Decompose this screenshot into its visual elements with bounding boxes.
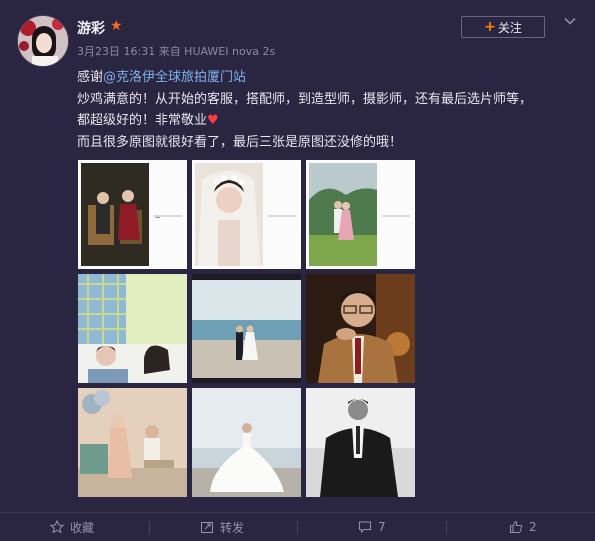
photo-thumbnail-7[interactable]	[78, 388, 187, 497]
like-button[interactable]: 2	[509, 513, 537, 541]
star-icon	[50, 520, 64, 534]
action-divider	[297, 521, 298, 534]
post-content: 感谢@克洛伊全球旅拍厦门站 炒鸡满意的！从开始的客服，搭配师，到造型师，摄影师，…	[77, 67, 577, 153]
plus-icon: +	[484, 19, 496, 35]
comment-button[interactable]: 7	[358, 513, 386, 541]
action-divider	[446, 521, 447, 534]
chevron-down-icon[interactable]	[563, 14, 577, 28]
photo-thumbnail-5[interactable]	[192, 274, 301, 383]
photo-thumbnail-9[interactable]	[306, 388, 415, 497]
content-line-4: 而且很多原图就很好看了，最后三张是原图还没修的哦！	[77, 134, 403, 150]
content-line-1: 感谢@克洛伊全球旅拍厦门站	[77, 67, 577, 89]
favorite-button[interactable]: 收藏	[50, 513, 94, 541]
photo-thumbnail-6[interactable]	[306, 274, 415, 383]
favorite-label: 收藏	[70, 520, 95, 535]
photo-thumbnail-8[interactable]	[192, 388, 301, 497]
photo-thumbnail-4[interactable]	[78, 274, 187, 383]
repost-icon	[201, 522, 213, 533]
weibo-post: 游彩 ★ 3月23日 16:31 来自 HUAWEI nova 2s + 关注 …	[0, 0, 595, 540]
thumbs-up-icon	[510, 520, 523, 533]
heart-emoji-icon: ♥	[207, 113, 219, 128]
repost-label: 转发	[220, 520, 245, 535]
photo-thumbnail-2[interactable]	[192, 160, 301, 269]
follow-button[interactable]: + 关注	[461, 16, 545, 38]
username[interactable]: 游彩	[77, 18, 105, 38]
content-line-3-text: 都超级好的！非常敬业	[77, 113, 208, 128]
user-avatar[interactable]	[17, 15, 69, 67]
action-divider	[149, 521, 150, 534]
comment-count: 7	[378, 520, 386, 534]
thanks-text: 感谢	[77, 70, 104, 85]
comment-icon	[359, 521, 371, 534]
post-action-bar: 收藏 转发 7 2	[0, 512, 595, 541]
content-line-2: 炒鸡满意的！从开始的客服，搭配师，到造型师，摄影师，还有最后选片师等，	[77, 91, 533, 107]
mention-link[interactable]: @克洛伊全球旅拍厦门站	[103, 70, 246, 85]
like-count: 2	[529, 520, 537, 534]
repost-button[interactable]: 转发	[200, 513, 244, 541]
svg-text:~: ~	[155, 214, 161, 222]
photo-thumbnail-3[interactable]	[306, 160, 415, 269]
vip-badge-icon[interactable]: ★	[110, 18, 123, 34]
follow-label: 关注	[497, 20, 522, 35]
content-line-3: 都超级好的！非常敬业♥	[77, 110, 577, 132]
photo-thumbnail-1[interactable]: ~	[78, 160, 187, 269]
post-meta: 3月23日 16:31 来自 HUAWEI nova 2s	[77, 45, 276, 58]
